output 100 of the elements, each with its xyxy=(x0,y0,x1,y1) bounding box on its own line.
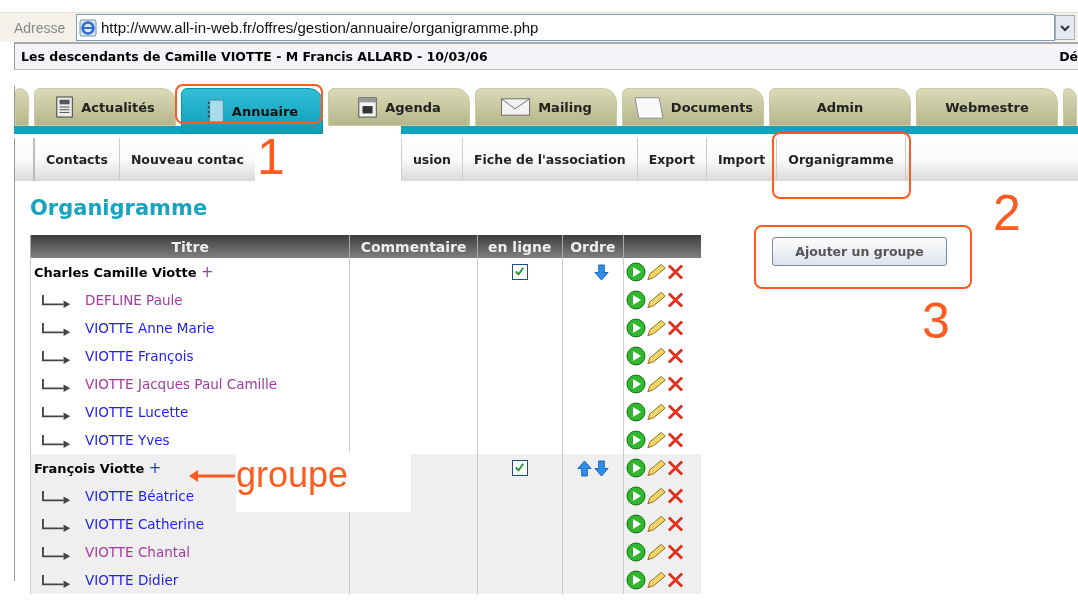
checkmark-icon xyxy=(514,266,526,278)
delete-icon[interactable] xyxy=(666,319,684,337)
online-checkbox[interactable] xyxy=(511,263,528,280)
newspaper-icon xyxy=(55,95,76,119)
delete-icon[interactable] xyxy=(666,263,684,281)
group-title: Charles Camille Viotte xyxy=(34,265,197,280)
address-label: Adresse xyxy=(14,19,67,36)
nav-tab[interactable]: Webmestre xyxy=(916,88,1058,126)
annotation-arrow xyxy=(188,469,236,483)
chevron-down-icon xyxy=(1060,23,1070,32)
url-text: http://www.all-in-web.fr/offres/gestion/annuaire/organigramme.php xyxy=(101,19,539,36)
header-link[interactable]: Dé xyxy=(1059,49,1078,64)
column-header: en ligne xyxy=(477,235,563,258)
column-header: Commentaire xyxy=(349,235,478,258)
browser-page-icon xyxy=(79,18,97,37)
pencil-icon[interactable] xyxy=(645,290,667,310)
contact-link[interactable]: VIOTTE Didier xyxy=(85,571,179,588)
pencil-icon[interactable] xyxy=(645,458,667,478)
tree-branch-icon xyxy=(41,433,73,449)
tree-branch-icon xyxy=(41,517,73,533)
add-link[interactable]: + xyxy=(148,459,162,477)
sub-nav-item[interactable]: Nouveau contac xyxy=(118,138,255,181)
nav-tab[interactable]: Actualités xyxy=(34,88,176,126)
annotation-number: 2 xyxy=(993,188,1021,238)
play-icon[interactable] xyxy=(625,262,646,282)
arrow-down-icon[interactable] xyxy=(593,459,609,477)
arrow-down-icon[interactable] xyxy=(593,263,609,281)
annotation-number: 3 xyxy=(922,296,950,346)
tree-branch-icon xyxy=(41,405,73,421)
sub-nav-item[interactable]: Contacts xyxy=(33,138,119,181)
pencil-icon[interactable] xyxy=(645,570,667,590)
annotation-label: groupe xyxy=(236,454,349,496)
pencil-icon[interactable] xyxy=(645,402,667,422)
play-icon[interactable] xyxy=(625,542,646,562)
delete-icon[interactable] xyxy=(666,459,684,477)
envelope-icon xyxy=(500,97,533,117)
pencil-icon[interactable] xyxy=(645,430,667,450)
play-icon[interactable] xyxy=(625,570,646,590)
play-icon[interactable] xyxy=(625,346,646,366)
delete-icon[interactable] xyxy=(666,543,684,561)
delete-icon[interactable] xyxy=(666,291,684,309)
contact-link[interactable]: DEFLINE Paule xyxy=(85,291,183,308)
tree-branch-icon xyxy=(41,573,73,589)
arrow-up-icon[interactable] xyxy=(576,459,592,477)
contact-link[interactable]: VIOTTE Lucette xyxy=(85,403,189,420)
tree-branch-icon xyxy=(41,545,73,561)
play-icon[interactable] xyxy=(625,486,646,506)
column-header: Ordre xyxy=(562,235,624,258)
play-icon[interactable] xyxy=(625,290,646,310)
play-icon[interactable] xyxy=(625,318,646,338)
contact-link[interactable]: VIOTTE Jacques Paul Camille xyxy=(85,375,278,392)
folder-icon xyxy=(632,94,665,120)
delete-icon[interactable] xyxy=(666,431,684,449)
sub-nav-item[interactable]: Organigramme xyxy=(776,138,905,181)
add-link[interactable]: + xyxy=(201,263,214,281)
tree-branch-icon xyxy=(41,349,73,365)
sub-nav-item[interactable]: Fiche de l'association xyxy=(462,138,637,181)
annotation-number: 1 xyxy=(256,132,285,182)
nav-tab[interactable]: Documents xyxy=(622,88,764,126)
pencil-icon[interactable] xyxy=(645,318,667,338)
sub-nav-item[interactable]: Import xyxy=(705,138,777,181)
play-icon[interactable] xyxy=(625,374,646,394)
play-icon[interactable] xyxy=(625,430,646,450)
contact-link[interactable]: VIOTTE François xyxy=(85,347,194,364)
site-title: Les descendants de Camille VIOTTE - M Francis ALLARD - 10/03/06 xyxy=(21,49,488,64)
add-group-button[interactable]: Ajouter un groupe xyxy=(772,237,947,266)
dropdown-button[interactable] xyxy=(1055,15,1075,40)
nav-tab[interactable]: Agenda xyxy=(328,88,470,126)
tree-branch-icon xyxy=(41,293,73,309)
pencil-icon[interactable] xyxy=(645,542,667,562)
pencil-icon[interactable] xyxy=(645,262,667,282)
sub-nav-item[interactable]: Export xyxy=(636,138,706,181)
pencil-icon[interactable] xyxy=(645,374,667,394)
pencil-icon[interactable] xyxy=(645,346,667,366)
nav-tab[interactable]: Admin xyxy=(769,88,911,126)
delete-icon[interactable] xyxy=(666,571,684,589)
tree-branch-icon xyxy=(41,377,73,393)
delete-icon[interactable] xyxy=(666,515,684,533)
book-icon xyxy=(205,98,226,124)
delete-icon[interactable] xyxy=(666,347,684,365)
delete-icon[interactable] xyxy=(666,403,684,421)
delete-icon[interactable] xyxy=(666,487,684,505)
sub-nav-item[interactable]: usion xyxy=(400,138,462,181)
play-icon[interactable] xyxy=(625,458,646,478)
tree-branch-icon xyxy=(41,489,73,505)
nav-tab[interactable]: Annuaire xyxy=(181,88,323,134)
contact-link[interactable]: VIOTTE Anne Marie xyxy=(85,319,215,336)
calendar-icon xyxy=(357,95,380,119)
address-field[interactable]: http://www.all-in-web.fr/offres/gestion/annuaire/organigramme.php xyxy=(76,14,1055,41)
play-icon[interactable] xyxy=(625,402,646,422)
contact-link[interactable]: VIOTTE Yves xyxy=(85,431,170,448)
online-checkbox[interactable] xyxy=(511,459,528,476)
group-title: François Viotte xyxy=(34,461,145,476)
column-header: Titre xyxy=(30,235,350,258)
nav-tab[interactable]: Mailing xyxy=(475,88,617,126)
delete-icon[interactable] xyxy=(666,375,684,393)
pencil-icon[interactable] xyxy=(645,486,667,506)
pencil-icon[interactable] xyxy=(645,514,667,534)
tree-branch-icon xyxy=(41,321,73,337)
play-icon[interactable] xyxy=(625,514,646,534)
